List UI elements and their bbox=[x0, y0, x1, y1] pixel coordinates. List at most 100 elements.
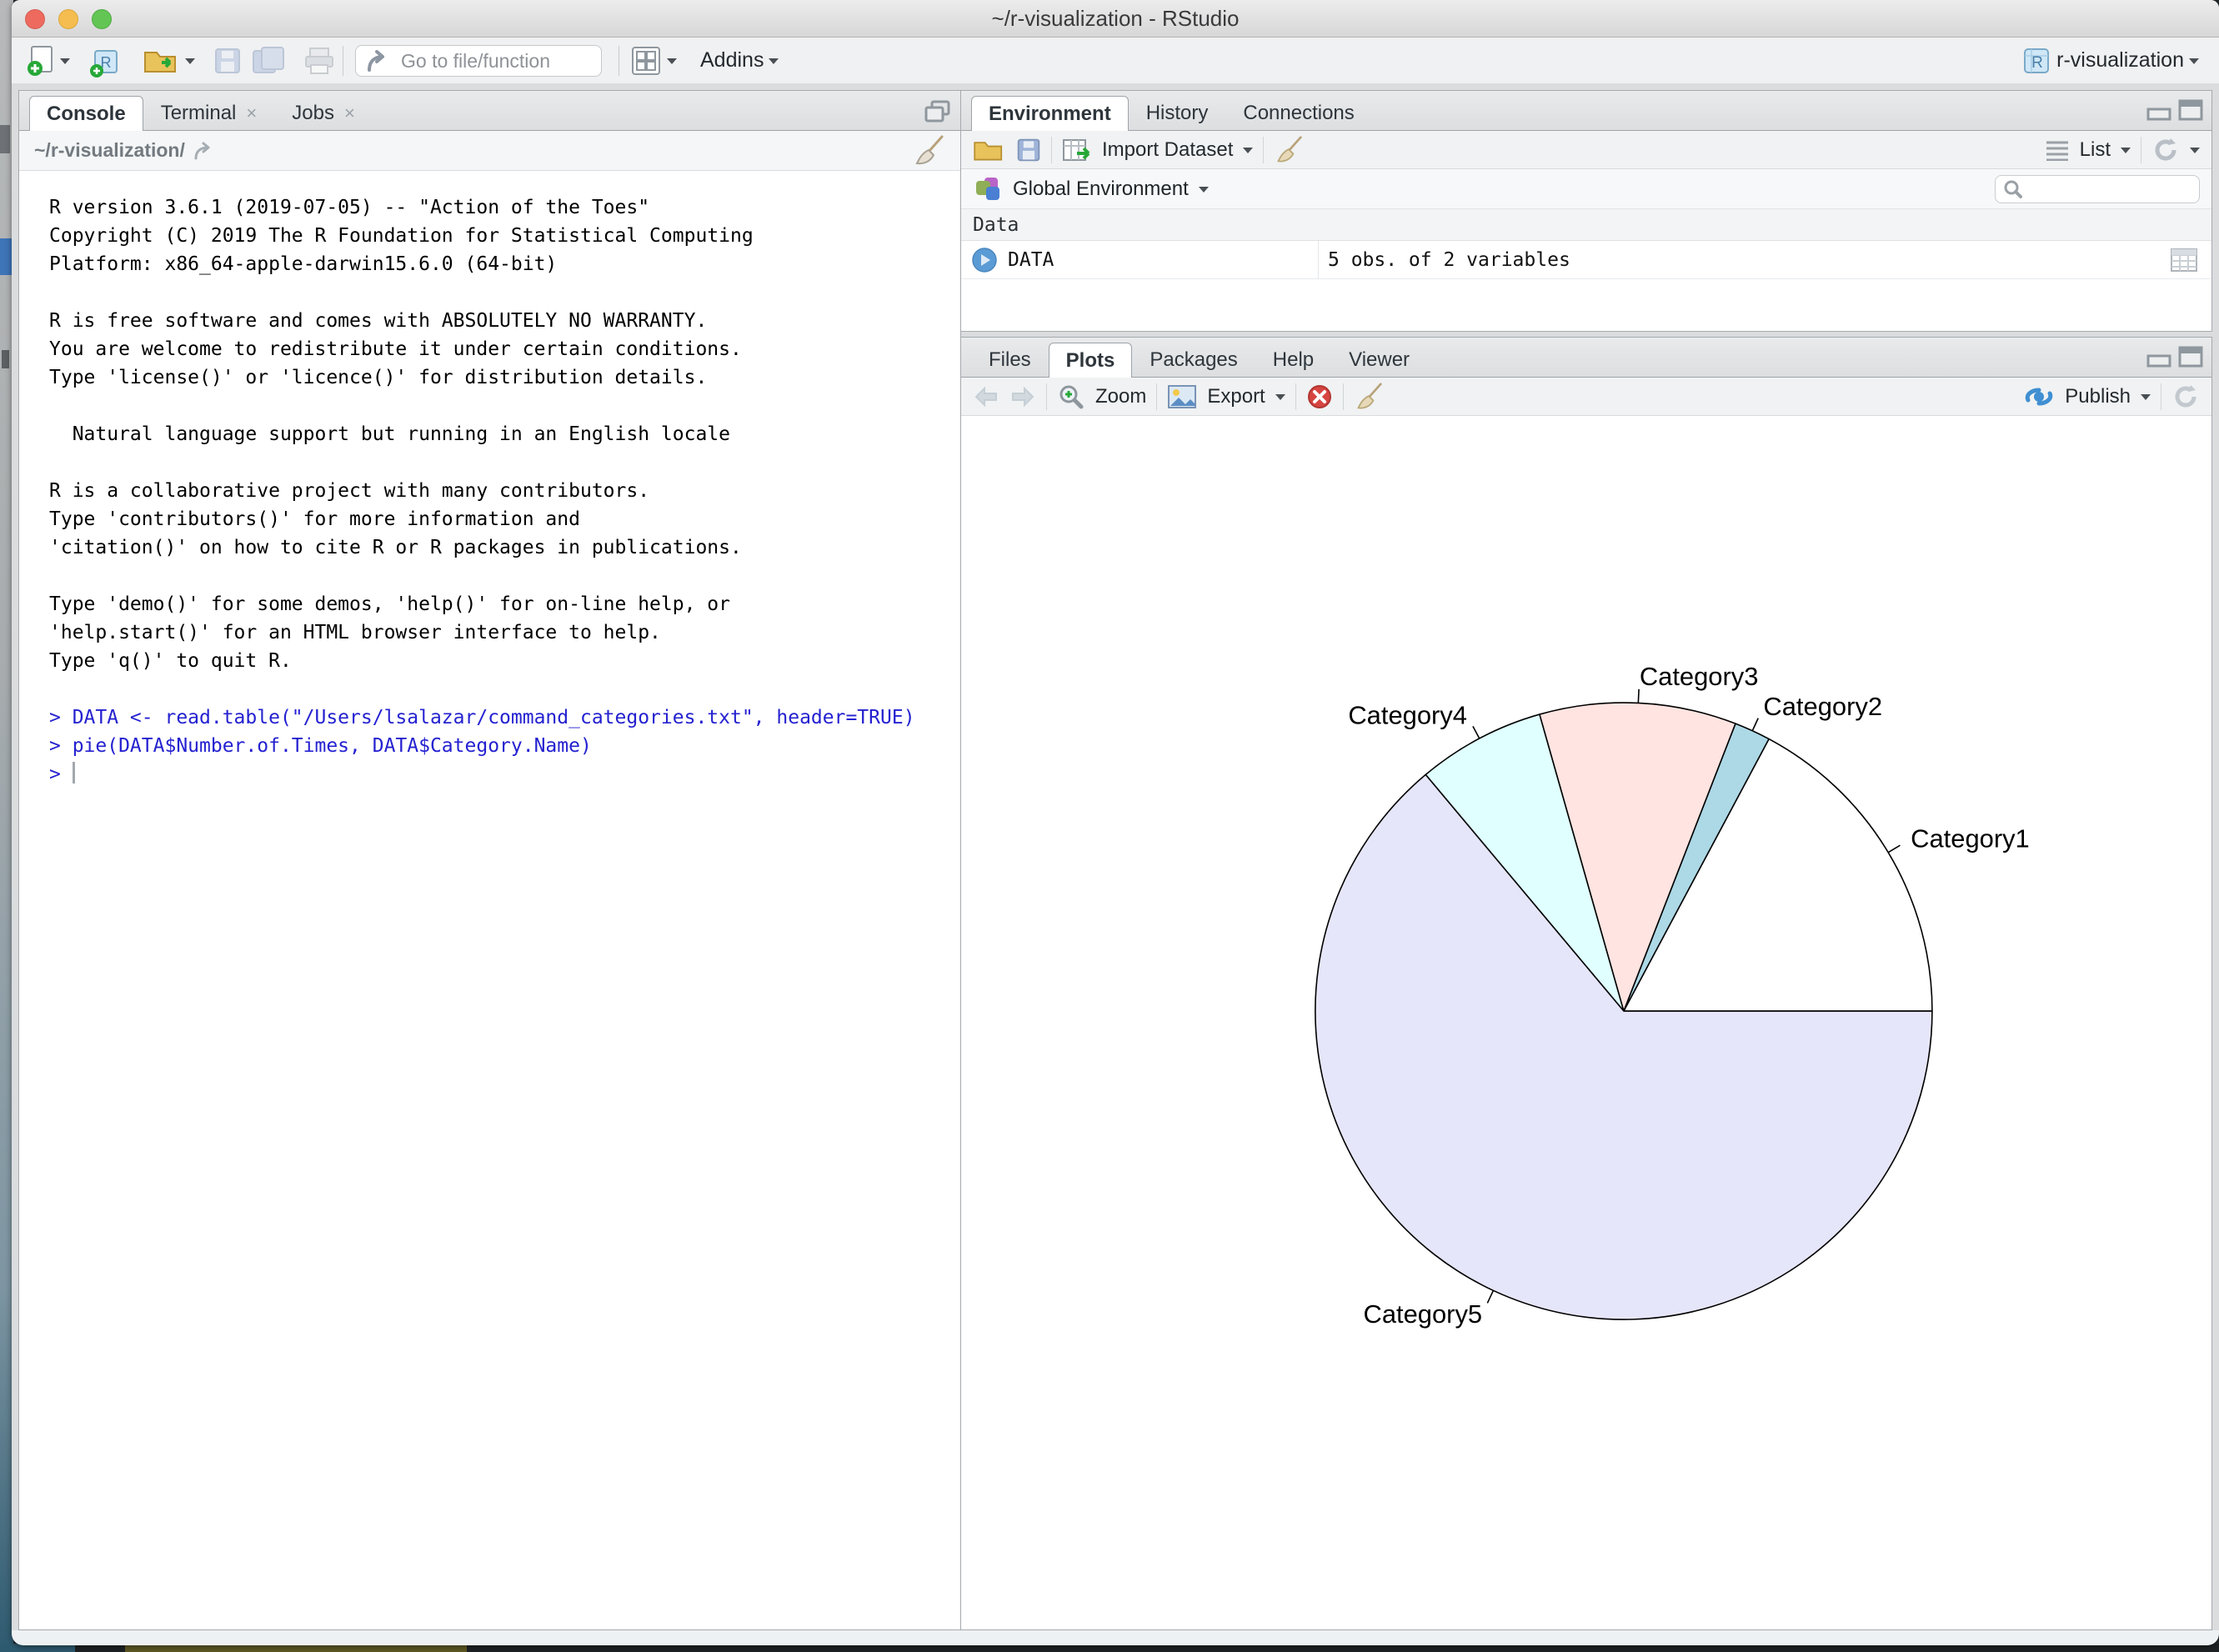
console-line: > pie(DATA$Number.of.Times, DATA$Categor… bbox=[49, 732, 947, 760]
toolbar-separator bbox=[1156, 383, 1157, 410]
import-dataset-label[interactable]: Import Dataset bbox=[1102, 138, 1233, 162]
chevron-down-icon[interactable] bbox=[60, 58, 70, 64]
zoom-plot-label[interactable]: Zoom bbox=[1095, 385, 1146, 408]
environment-scope-label[interactable]: Global Environment bbox=[1013, 178, 1189, 201]
text-cursor bbox=[73, 762, 75, 783]
console-line: > DATA <- read.table("/Users/lsalazar/co… bbox=[49, 703, 947, 732]
save-workspace-icon[interactable] bbox=[1016, 138, 1041, 163]
r-project-cube-icon: R bbox=[2021, 46, 2051, 76]
save-icon bbox=[213, 47, 242, 75]
remove-plot-icon[interactable] bbox=[1306, 383, 1333, 410]
tab-packages[interactable]: Packages bbox=[1132, 342, 1255, 377]
environment-toolbar: Import Dataset List bbox=[961, 131, 2211, 169]
print-button[interactable] bbox=[303, 38, 335, 83]
expand-object-play-icon[interactable] bbox=[971, 247, 998, 273]
titlebar[interactable]: ~/r-visualization - RStudio bbox=[12, 0, 2219, 38]
pie-slice-label: Category4 bbox=[1348, 700, 1467, 729]
environment-search-input[interactable] bbox=[1995, 175, 2200, 203]
tab-files[interactable]: Files bbox=[971, 342, 1049, 377]
new-file-button[interactable] bbox=[27, 38, 70, 83]
publish-label[interactable]: Publish bbox=[2065, 385, 2131, 408]
minimize-pane-icon[interactable] bbox=[2146, 346, 2171, 368]
tab-terminal[interactable]: Terminal× bbox=[143, 95, 275, 130]
pie-label-tick bbox=[1888, 845, 1900, 853]
save-all-icon bbox=[252, 46, 285, 76]
workspace-panes-button[interactable] bbox=[630, 38, 677, 83]
chevron-down-icon bbox=[2189, 58, 2199, 64]
chevron-down-icon[interactable] bbox=[1275, 394, 1285, 400]
minimize-pane-icon[interactable] bbox=[2146, 99, 2171, 121]
tab-history[interactable]: History bbox=[1129, 95, 1226, 130]
toolbar-separator bbox=[1263, 137, 1264, 163]
close-icon[interactable]: × bbox=[246, 103, 257, 123]
working-directory: ~/r-visualization/ bbox=[34, 139, 185, 162]
clear-environment-broom-icon[interactable] bbox=[1274, 136, 1304, 164]
desktop-fragment bbox=[2, 350, 9, 368]
chevron-down-icon[interactable] bbox=[2121, 148, 2131, 153]
pie-label-tick bbox=[1487, 1290, 1493, 1303]
pie-slice-label: Category1 bbox=[1911, 823, 2030, 853]
environment-object-row[interactable]: DATA 5 obs. of 2 variables bbox=[961, 241, 2211, 279]
maximize-pane-icon[interactable] bbox=[2178, 346, 2203, 368]
chevron-down-icon[interactable] bbox=[2141, 394, 2151, 400]
plots-tabbar: FilesPlotsPackagesHelpViewer bbox=[961, 338, 2211, 378]
window-title: ~/r-visualization - RStudio bbox=[12, 0, 2219, 37]
tab-connections[interactable]: Connections bbox=[1225, 95, 1371, 130]
tab-viewer[interactable]: Viewer bbox=[1331, 342, 1427, 377]
clear-console-broom-icon[interactable] bbox=[912, 135, 945, 167]
refresh-icon[interactable] bbox=[2151, 136, 2180, 164]
toolbar-separator bbox=[1046, 383, 1047, 410]
load-workspace-folder-icon[interactable] bbox=[973, 137, 1006, 163]
console-line: R is free software and comes with ABSOLU… bbox=[49, 307, 947, 335]
tab-console[interactable]: Console bbox=[29, 96, 143, 131]
column-divider bbox=[1318, 241, 1319, 279]
object-name[interactable]: DATA bbox=[1008, 249, 1054, 271]
goto-directory-arrow-icon[interactable] bbox=[193, 141, 217, 161]
next-plot-arrow-icon[interactable] bbox=[1009, 385, 1036, 408]
export-plot-label[interactable]: Export bbox=[1207, 385, 1265, 408]
goto-file-function-input[interactable]: Go to file/function bbox=[355, 45, 602, 77]
console-line: R is a collaborative project with many c… bbox=[49, 477, 947, 505]
object-value: 5 obs. of 2 variables bbox=[1328, 249, 1570, 271]
open-file-button[interactable] bbox=[143, 38, 195, 83]
pie-slice-label: Category5 bbox=[1364, 1299, 1483, 1329]
refresh-plot-icon[interactable] bbox=[2171, 383, 2200, 411]
chevron-down-icon[interactable] bbox=[2190, 148, 2200, 153]
environment-tabbar: EnvironmentHistoryConnections bbox=[961, 91, 2211, 131]
main-toolbar: R bbox=[12, 38, 2219, 84]
chevron-down-icon[interactable] bbox=[1243, 148, 1253, 153]
list-view-label[interactable]: List bbox=[2080, 138, 2111, 162]
toolbar-separator bbox=[1051, 137, 1052, 163]
new-project-cube-icon: R bbox=[88, 44, 122, 78]
console-line bbox=[49, 448, 947, 477]
desktop-selected-item-fragment bbox=[0, 238, 12, 275]
close-icon[interactable]: × bbox=[344, 103, 355, 123]
tab-plots[interactable]: Plots bbox=[1049, 343, 1133, 378]
view-table-icon[interactable] bbox=[2170, 248, 2198, 273]
console-working-dir-bar: ~/r-visualization/ bbox=[19, 131, 960, 171]
restore-panes-icon[interactable] bbox=[924, 99, 952, 124]
previous-plot-arrow-icon[interactable] bbox=[973, 385, 999, 408]
console-line bbox=[49, 675, 947, 703]
save-all-button[interactable] bbox=[252, 38, 285, 83]
pie-label-tick bbox=[1473, 726, 1480, 738]
plots-toolbar: Zoom Export bbox=[961, 378, 2211, 416]
goto-placeholder: Go to file/function bbox=[401, 50, 550, 73]
project-selector[interactable]: R r-visualization bbox=[2021, 38, 2199, 83]
console-output[interactable]: R version 3.6.1 (2019-07-05) -- "Action … bbox=[19, 172, 960, 1629]
save-button[interactable] bbox=[213, 38, 242, 83]
chevron-down-icon[interactable] bbox=[667, 58, 677, 64]
chevron-down-icon[interactable] bbox=[185, 58, 195, 64]
console-line: 'help.start()' for an HTML browser inter… bbox=[49, 618, 947, 647]
chevron-down-icon[interactable] bbox=[1199, 187, 1209, 193]
environment-scope-row: Global Environment bbox=[961, 169, 2211, 209]
tab-environment[interactable]: Environment bbox=[971, 96, 1129, 131]
clear-all-plots-broom-icon[interactable] bbox=[1354, 383, 1384, 411]
new-file-icon bbox=[27, 45, 55, 77]
addins-button[interactable]: Addins bbox=[700, 38, 779, 83]
goto-arrow-icon bbox=[366, 50, 391, 72]
maximize-pane-icon[interactable] bbox=[2178, 99, 2203, 121]
tab-help[interactable]: Help bbox=[1255, 342, 1331, 377]
new-project-button[interactable]: R bbox=[88, 38, 122, 83]
tab-jobs[interactable]: Jobs× bbox=[274, 95, 373, 130]
